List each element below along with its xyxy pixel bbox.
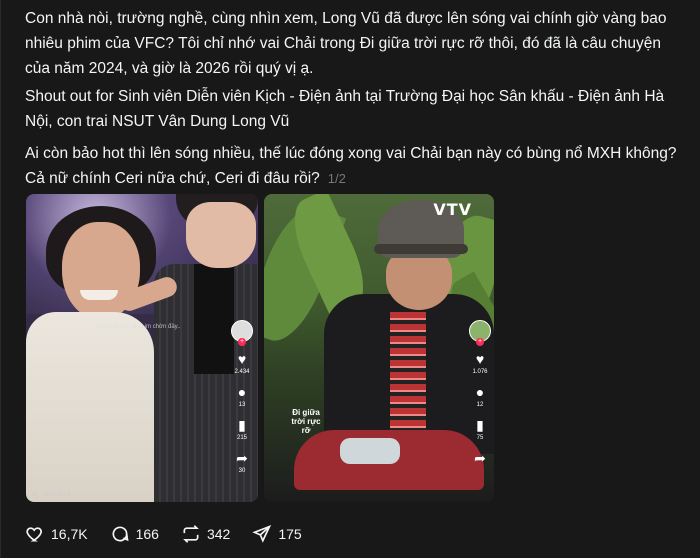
follow-plus-icon: + [238,338,246,346]
post-action-bar: 16,7K 166 342 175 [25,524,324,544]
video-comment-count: 12 [476,402,484,408]
heart-icon: ♥ [237,351,247,367]
heart-icon: ♥ [475,351,485,367]
man-face [186,202,256,268]
video-date: vy · 2024-8-18 [32,492,71,498]
tiktok-rail: + ♥ 1.076 ● 12 ▮ 75 ➦ [468,320,492,466]
video-share-count: 30 [238,468,246,474]
thread-post: Con nhà nòi, trường nghề, cùng nhìn xem,… [0,0,700,558]
share-button[interactable]: 175 [252,524,302,544]
reply-button[interactable]: 166 [110,524,159,544]
post-paragraph-3: Ai còn bảo hot thì lên sóng nhiều, thế l… [25,141,685,191]
tiktok-rail: + ♥ 2.434 ● 13 ▮ 215 ➦ 30 [230,320,254,474]
share-arrow-icon: ➦ [236,450,248,466]
post-paragraph-1: Con nhà nòi, trường nghề, cùng nhìn xem,… [25,10,667,77]
heart-icon [26,527,42,542]
creator-avatar: + [231,320,253,346]
like-button[interactable]: 16,7K [25,524,88,544]
follow-plus-icon: + [476,338,484,346]
repost-button[interactable]: 342 [181,524,230,544]
bookmark-icon: ▮ [238,417,246,433]
video-comment-count: 13 [238,402,246,408]
video-save-count: 75 [476,435,484,441]
man-shirt [194,264,234,374]
comment-icon [112,526,129,542]
helmet-rim [374,244,468,254]
embroidered-vest [390,312,426,432]
creator-avatar: + [469,320,491,346]
media-image-1[interactable]: mỗi trưa ghé lặng im chờn đây.. vy · 202… [26,194,258,502]
post-paragraph-2: Shout out for Sinh viên Diễn viên Kịch -… [25,88,665,130]
motorbike-headlight [340,438,400,464]
video-caption: mỗi trưa ghé lặng im chờn đây.. [96,324,181,330]
send-icon [252,524,272,543]
media-image-2[interactable]: VTV Đi giữa trời rực rỡ + ♥ 1.076 ● 12 ▮… [264,194,494,502]
share-arrow-icon: ➦ [474,450,486,466]
woman-dress [26,312,154,502]
comment-icon: ● [237,384,247,400]
translation-page-indicator[interactable]: 1/2 [328,171,346,186]
bookmark-icon: ▮ [476,417,484,433]
reply-count: 166 [135,526,159,542]
comment-icon: ● [475,384,485,400]
vtv-logo: VTV [433,200,472,219]
video-like-count: 1.076 [472,369,488,375]
repost-icon [183,525,199,543]
repost-count: 342 [206,526,231,542]
like-count: 16,7K [51,526,88,542]
show-title-logo: Đi giữa trời rực rỡ [291,408,321,435]
post-paragraph-3-text: Ai còn bảo hot thì lên sóng nhiều, thế l… [25,145,677,187]
woman-smile [80,290,118,300]
video-save-count: 215 [236,435,247,441]
share-count: 175 [278,526,302,542]
video-like-count: 2.434 [234,369,250,375]
